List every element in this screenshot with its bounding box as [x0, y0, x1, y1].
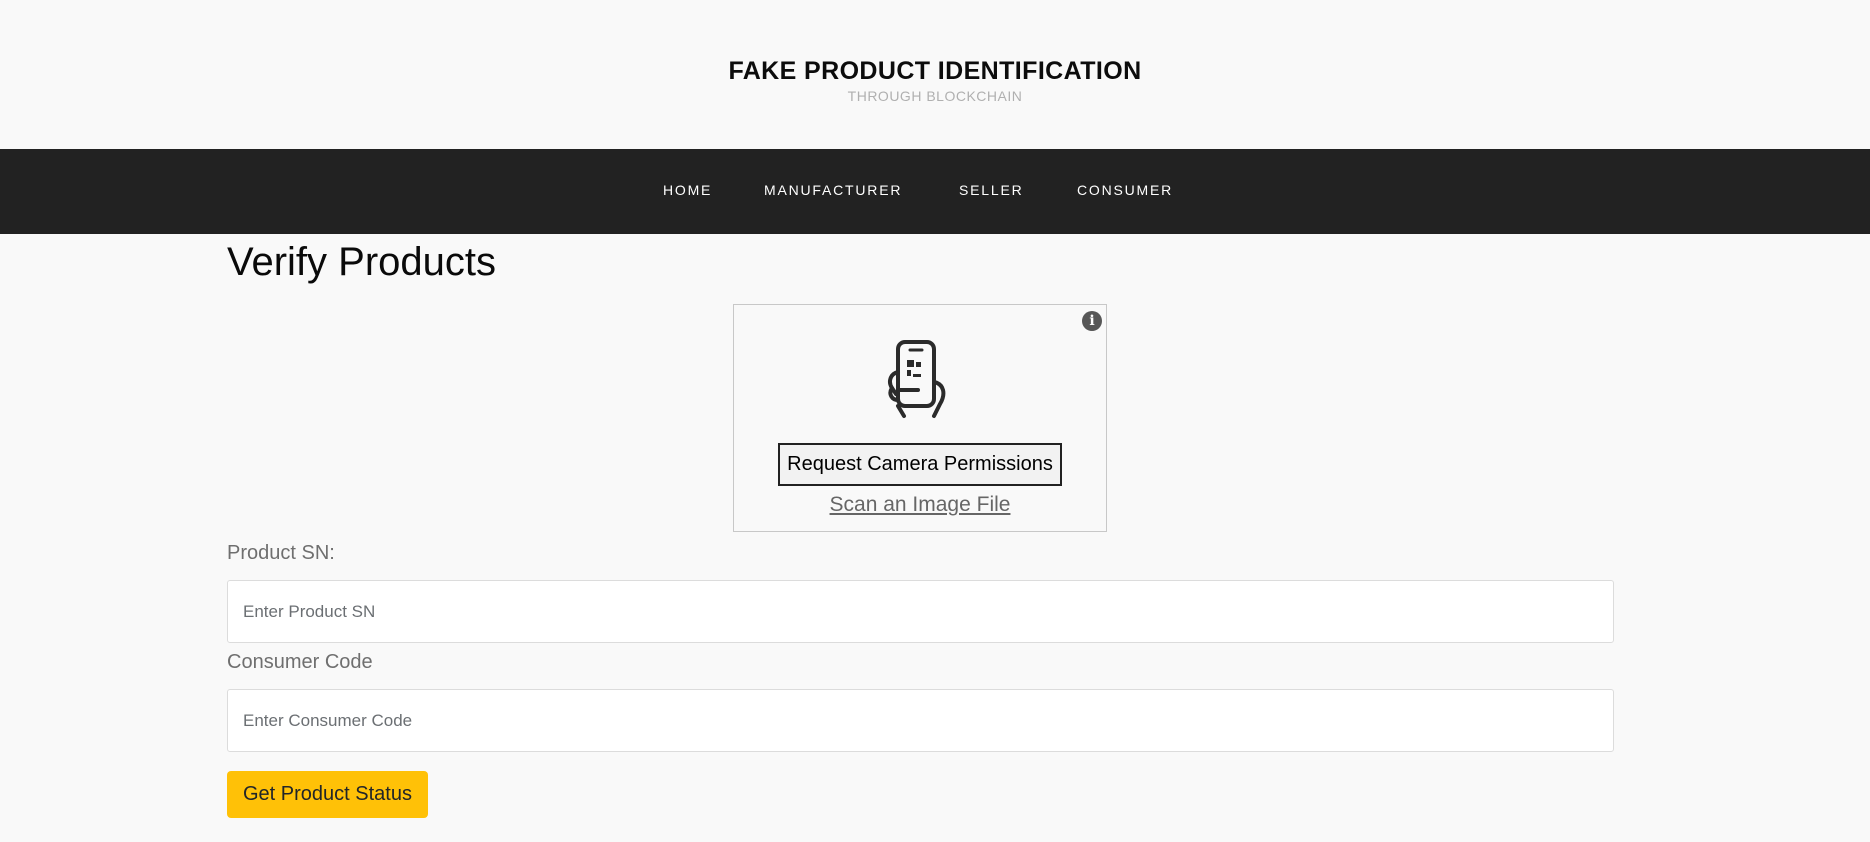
info-icon[interactable]: i: [1082, 311, 1102, 331]
brand-title: FAKE PRODUCT IDENTIFICATION: [728, 57, 1142, 85]
nav-item-home[interactable]: HOME: [663, 182, 712, 198]
page-title: Verify Products: [227, 240, 497, 284]
product-sn-label: Product SN:: [227, 542, 335, 564]
scan-image-file-link[interactable]: Scan an Image File: [734, 493, 1106, 517]
main-navbar: HOME MANUFACTURER SELLER CONSUMER: [0, 149, 1870, 234]
brand-subtitle: THROUGH BLOCKCHAIN: [847, 88, 1023, 104]
nav-item-consumer[interactable]: CONSUMER: [1077, 182, 1173, 198]
consumer-code-input[interactable]: [227, 689, 1614, 752]
nav-item-manufacturer[interactable]: MANUFACTURER: [764, 182, 902, 198]
qr-scanner-panel: i Request Camera Permissions Scan an Ima…: [733, 304, 1107, 532]
request-camera-permissions-button[interactable]: Request Camera Permissions: [778, 443, 1062, 486]
site-header: FAKE PRODUCT IDENTIFICATION THROUGH BLOC…: [0, 0, 1870, 149]
nav-item-seller[interactable]: SELLER: [959, 182, 1024, 198]
product-sn-input[interactable]: [227, 580, 1614, 643]
consumer-code-label: Consumer Code: [227, 651, 373, 673]
phone-qr-scan-icon: [888, 340, 946, 418]
get-product-status-button[interactable]: Get Product Status: [227, 771, 428, 818]
